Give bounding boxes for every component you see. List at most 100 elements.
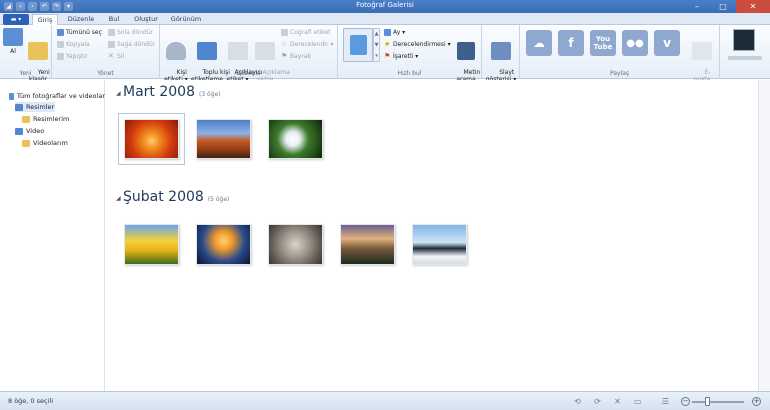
delete-icon: ✕ bbox=[108, 52, 114, 60]
slideshow-icon[interactable]: ▭ bbox=[633, 397, 642, 406]
flickr-share-button[interactable]: ●● bbox=[622, 30, 648, 56]
thumbnail-photo[interactable] bbox=[124, 224, 179, 265]
window-controls: – □ ✕ bbox=[684, 0, 770, 13]
rotate-right-icon[interactable]: ⟳ bbox=[593, 397, 602, 406]
tab-bul[interactable]: Bul bbox=[104, 14, 124, 25]
group-label-yeni: Yeni bbox=[19, 70, 32, 77]
minimize-button[interactable]: – bbox=[684, 0, 710, 13]
tag-icon bbox=[227, 42, 248, 60]
thumbnail-photo[interactable] bbox=[118, 113, 185, 165]
geotag-button[interactable]: Coğrafi etiket bbox=[281, 28, 331, 37]
pictures-icon bbox=[15, 103, 23, 111]
camera-import-icon bbox=[3, 28, 23, 46]
nav-item-resimler[interactable]: Resimler bbox=[15, 102, 55, 112]
rating-filter-button[interactable]: ★ Derecelendirmesi ▾ bbox=[384, 40, 451, 49]
zoom-out-button[interactable]: − bbox=[681, 397, 690, 406]
group-account bbox=[720, 25, 770, 79]
section-header-subat-2008[interactable]: Şubat 2008 (5 öğe) bbox=[123, 189, 229, 205]
zoom-in-button[interactable]: + bbox=[752, 397, 761, 406]
collapse-icon[interactable]: ◢ bbox=[116, 90, 121, 97]
video-icon bbox=[15, 127, 23, 135]
group-duzenle: Kişi etiketi ▾ Toplu kişi etiketleme Açı… bbox=[160, 25, 338, 83]
nav-item-videolarim[interactable]: Videolarım bbox=[22, 138, 68, 148]
account-name bbox=[728, 56, 762, 60]
flag-button[interactable]: ⚑ Bayrak bbox=[281, 52, 311, 61]
flickr-icon: ●● bbox=[626, 37, 644, 49]
nav-item-resimlerim[interactable]: Resimlerim bbox=[22, 114, 69, 124]
maximize-button[interactable]: □ bbox=[710, 0, 736, 13]
star-icon: ★ bbox=[384, 40, 391, 48]
tab-giris[interactable]: Giriş bbox=[32, 14, 58, 25]
delete-icon[interactable]: ✕ bbox=[613, 397, 622, 406]
group-yonet: Tümünü seç Kopyala Yapıştır Sola döndür … bbox=[52, 25, 160, 79]
section-header-mart-2008[interactable]: Mart 2008 (3 öğe) bbox=[123, 84, 221, 100]
person-icon bbox=[166, 42, 186, 60]
nav-item-video[interactable]: Video bbox=[15, 126, 44, 136]
delete-button[interactable]: ✕ Sil bbox=[108, 52, 124, 61]
rotate-left-icon bbox=[108, 29, 115, 36]
folder-icon bbox=[22, 115, 30, 123]
rate-button[interactable]: ☆ Derecelendir ▾ bbox=[281, 40, 333, 49]
thumbnail-photo[interactable] bbox=[340, 224, 395, 265]
window-title: Fotoğraf Galerisi bbox=[356, 1, 414, 9]
thumbnail-photo[interactable] bbox=[268, 224, 323, 265]
facebook-share-button[interactable]: f bbox=[558, 30, 584, 56]
facebook-icon: f bbox=[568, 36, 574, 50]
thumbnail-photo[interactable] bbox=[268, 119, 323, 159]
youtube-share-button[interactable]: You Tube bbox=[590, 30, 616, 56]
select-all-button[interactable]: Tümünü seç bbox=[57, 28, 102, 37]
thumbnail-view: ◢ Mart 2008 (3 öğe) ◢ Şubat 2008 (5 öğe) bbox=[106, 80, 770, 391]
al-button[interactable]: Al bbox=[2, 28, 24, 55]
rotate-right-icon bbox=[108, 41, 115, 48]
group-hizli-bul: ▲ ▼ ▾ Ay ▾ ★ Derecelendirmesi ▾ ⚑ İşaretli… bbox=[338, 25, 482, 83]
vertical-scrollbar[interactable] bbox=[758, 80, 770, 391]
group-label-yonet: Yönet bbox=[97, 70, 114, 77]
copy-icon bbox=[57, 41, 64, 48]
select-all-icon bbox=[57, 29, 64, 36]
group-yeni: Al Yeni klasör Yeni bbox=[0, 25, 52, 83]
group-paylas: ☁ f You Tube ●● v E- posta Paylaş bbox=[520, 25, 720, 83]
cloud-icon: ☁ bbox=[533, 36, 545, 50]
copy-button[interactable]: Kopyala bbox=[57, 40, 90, 49]
people-gallery[interactable] bbox=[343, 28, 373, 62]
gallery-icon bbox=[9, 92, 14, 100]
caption-icon bbox=[255, 42, 275, 60]
rotate-right-button[interactable]: Sağa döndür bbox=[108, 40, 155, 49]
zoom-slider-handle[interactable] bbox=[705, 397, 710, 406]
thumbnail-photo[interactable] bbox=[196, 224, 251, 265]
gallery-scroll[interactable]: ▲ ▼ ▾ bbox=[373, 28, 380, 62]
star-icon: ☆ bbox=[281, 40, 288, 48]
tab-gorunum[interactable]: Görünüm bbox=[168, 14, 204, 25]
rotate-left-icon[interactable]: ⟲ bbox=[573, 397, 582, 406]
close-button[interactable]: ✕ bbox=[736, 0, 770, 13]
person-icon bbox=[350, 35, 367, 55]
ribbon-tabs: ▬ ▾ Giriş Düzenle Bul Oluştur Görünüm bbox=[0, 13, 770, 25]
vimeo-share-button[interactable]: v bbox=[654, 30, 680, 56]
calendar-icon bbox=[384, 29, 391, 36]
thumbnail-photo[interactable] bbox=[412, 224, 467, 265]
flagged-filter-button[interactable]: ⚑ İşaretli ▾ bbox=[384, 52, 418, 61]
onedrive-share-button[interactable]: ☁ bbox=[526, 30, 552, 56]
group-slideshow: Slayt gösterisi ▾ bbox=[482, 25, 520, 83]
avatar[interactable] bbox=[733, 29, 755, 51]
status-bar: 8 öğe, 0 seçili ⟲ ⟳ ✕ ▭ ☰ − + bbox=[0, 391, 770, 410]
rotate-left-button[interactable]: Sola döndür bbox=[108, 28, 153, 37]
paste-button[interactable]: Yapıştır bbox=[57, 52, 88, 61]
collapse-icon[interactable]: ◢ bbox=[116, 195, 121, 202]
tab-olustur[interactable]: Oluştur bbox=[130, 14, 162, 25]
month-filter-button[interactable]: Ay ▾ bbox=[384, 28, 405, 37]
flag-icon: ⚑ bbox=[281, 52, 288, 60]
group-label-paylas: Paylaş bbox=[609, 70, 630, 77]
batch-people-icon bbox=[197, 42, 217, 60]
vimeo-icon: v bbox=[663, 36, 671, 50]
geotag-icon bbox=[281, 29, 288, 36]
file-menu-button[interactable]: ▬ ▾ bbox=[3, 14, 29, 25]
status-text: 8 öğe, 0 seçili bbox=[8, 397, 54, 405]
binoculars-icon bbox=[457, 42, 475, 60]
nav-item-all-photos-videos[interactable]: Tüm fotoğraflar ve videolar bbox=[9, 91, 105, 101]
tab-duzenle[interactable]: Düzenle bbox=[64, 14, 98, 25]
navigation-pane: Tüm fotoğraflar ve videolar Resimler Res… bbox=[0, 80, 105, 391]
details-view-icon[interactable]: ☰ bbox=[661, 397, 670, 406]
thumbnail-photo[interactable] bbox=[196, 119, 251, 159]
zoom-slider-track[interactable] bbox=[692, 401, 744, 403]
